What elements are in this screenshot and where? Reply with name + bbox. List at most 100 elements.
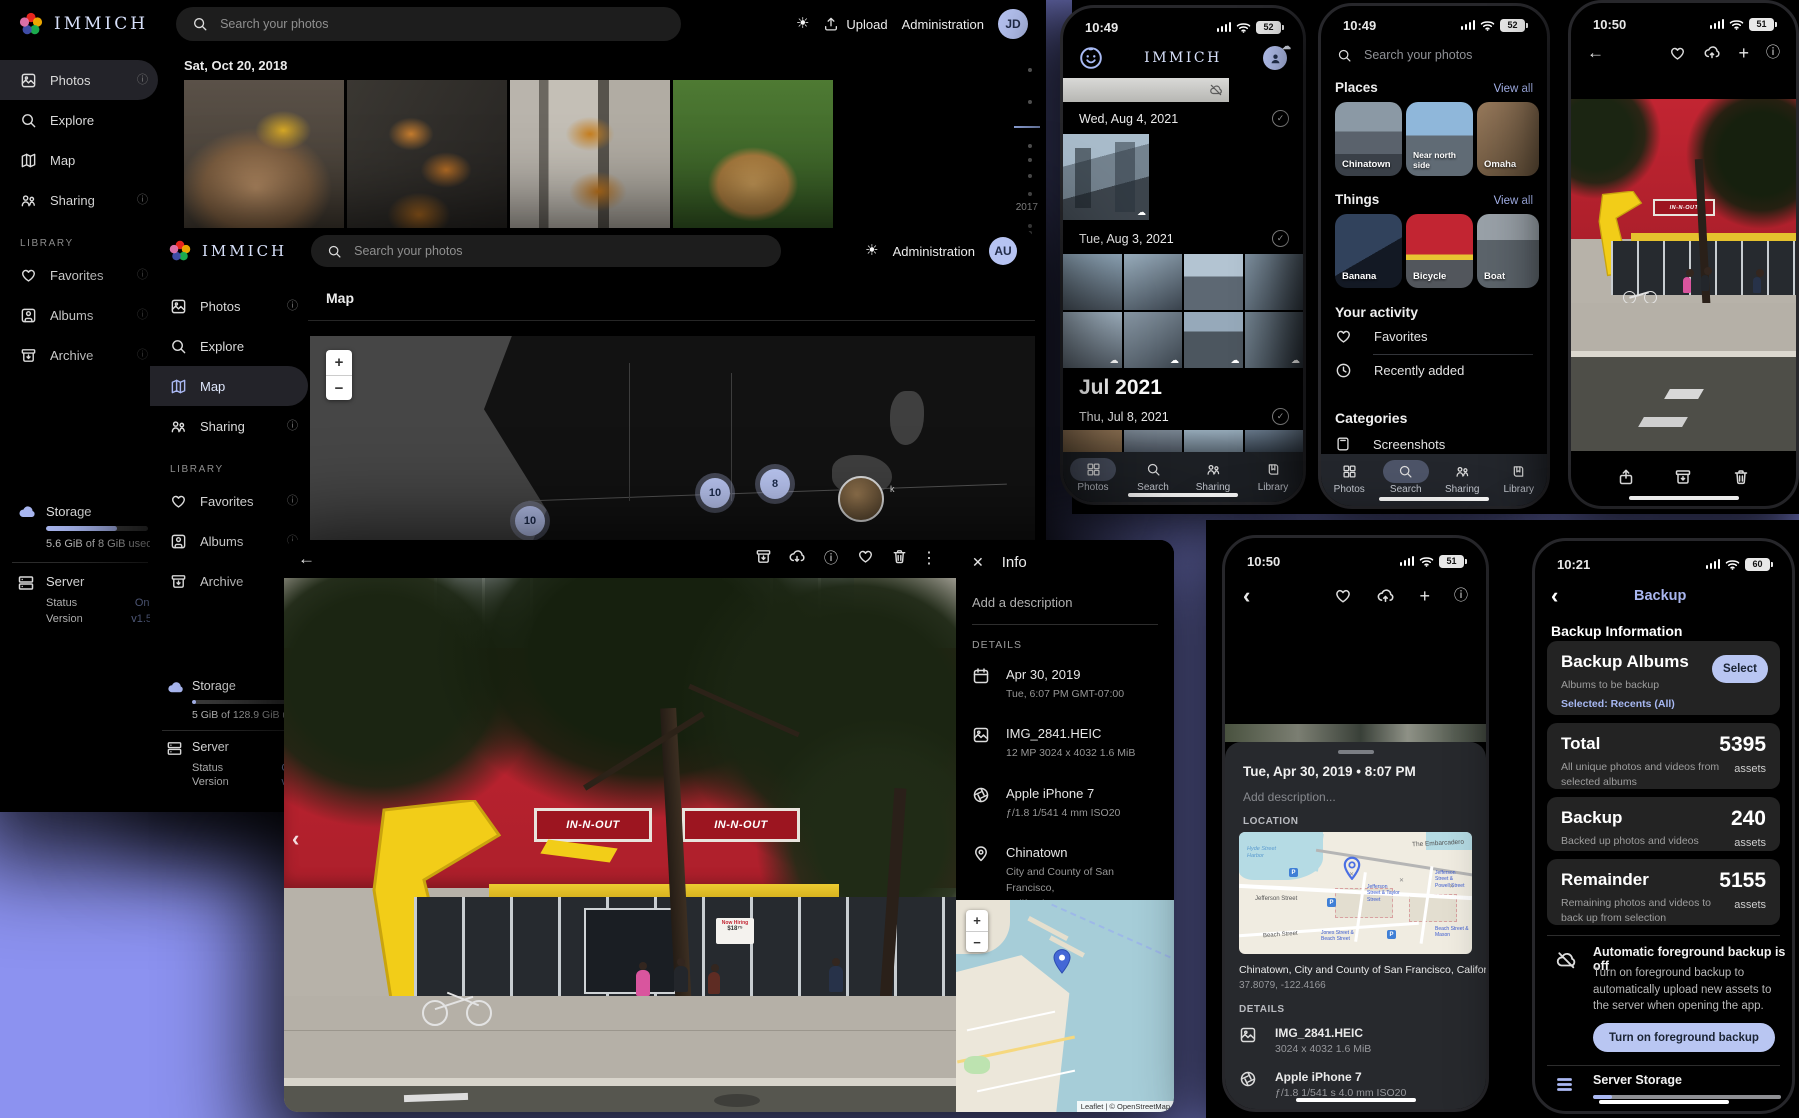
- photo-thumbnail[interactable]: [1245, 254, 1304, 310]
- sidebar-item-map[interactable]: Map: [150, 366, 308, 406]
- home-indicator[interactable]: [1599, 1100, 1729, 1104]
- zoom-in-button[interactable]: +: [966, 910, 988, 931]
- location-mini-map[interactable]: + − Leaflet | © OpenStreetMap: [956, 900, 1174, 1112]
- sidebar-item-sharing[interactable]: Sharing: [0, 180, 158, 220]
- photo-strip-partial[interactable]: [1063, 78, 1229, 102]
- scrubber-handle[interactable]: [1014, 126, 1040, 128]
- add-icon[interactable]: [1738, 44, 1749, 63]
- sidebar-item-photos[interactable]: Photos: [150, 286, 308, 326]
- zoom-out-button[interactable]: −: [326, 375, 352, 400]
- heart-icon[interactable]: [1334, 587, 1352, 605]
- place-card[interactable]: Chinatown: [1335, 102, 1402, 176]
- nav-tab-photos[interactable]: Photos: [1321, 460, 1378, 506]
- cloud-upload-icon[interactable]: [1703, 44, 1721, 62]
- place-card[interactable]: Near north side: [1406, 102, 1473, 176]
- info-icon[interactable]: [1766, 45, 1780, 61]
- back-icon[interactable]: [298, 550, 315, 568]
- info-button[interactable]: [814, 550, 848, 568]
- photo-viewer-image[interactable]: IN-N-OUT IN-N-OUT Now Hiring $18⁷⁵: [284, 578, 956, 1112]
- description-input[interactable]: Add a description: [972, 595, 1158, 610]
- back-icon[interactable]: [1243, 585, 1250, 607]
- map-photo-marker[interactable]: [838, 476, 884, 522]
- home-indicator[interactable]: [1629, 496, 1739, 500]
- heart-icon[interactable]: [1669, 45, 1686, 62]
- back-icon[interactable]: [1551, 585, 1558, 607]
- photo-thumbnail[interactable]: [1124, 254, 1183, 310]
- previous-photo-icon[interactable]: [292, 822, 299, 852]
- user-avatar[interactable]: JD: [998, 9, 1028, 39]
- add-icon[interactable]: [1419, 587, 1430, 606]
- sidebar-item-albums[interactable]: Albums: [0, 295, 158, 335]
- photo-thumbnail[interactable]: [1245, 312, 1304, 368]
- photo-thumbnail[interactable]: [1184, 254, 1243, 310]
- activity-item-favorites[interactable]: Favorites: [1335, 328, 1533, 345]
- map-attribution[interactable]: Leaflet | © OpenStreetMap: [1077, 1101, 1174, 1112]
- archive-icon[interactable]: [1674, 468, 1692, 486]
- download-button[interactable]: [780, 548, 814, 571]
- sidebar-item-sharing[interactable]: Sharing: [150, 406, 308, 446]
- sidebar-item-favorites[interactable]: Favorites: [150, 481, 308, 521]
- thing-card[interactable]: Boat: [1477, 214, 1539, 288]
- description-input[interactable]: Add description...: [1243, 790, 1336, 804]
- category-item-screenshots[interactable]: Screenshots: [1335, 436, 1533, 452]
- photo-thumbnail[interactable]: [1063, 312, 1122, 368]
- favorite-button[interactable]: [848, 548, 882, 570]
- photo-thumbnail[interactable]: [1124, 312, 1183, 368]
- select-group-checkbox[interactable]: [1272, 408, 1289, 425]
- map-cluster-marker[interactable]: 10: [700, 478, 730, 508]
- select-group-checkbox[interactable]: [1272, 230, 1289, 247]
- archive-button[interactable]: [746, 548, 780, 570]
- location-map[interactable]: Hyde Street Harbor Jefferson Street The …: [1239, 832, 1472, 954]
- sidebar-item-photos[interactable]: Photos: [0, 60, 158, 100]
- theme-toggle-icon[interactable]: [796, 16, 809, 32]
- search-input[interactable]: Search your photos: [311, 235, 781, 267]
- photo-thumbnail[interactable]: [1184, 312, 1243, 368]
- zoom-out-button[interactable]: −: [966, 931, 988, 952]
- trash-icon[interactable]: [1732, 468, 1750, 486]
- photo-sliver[interactable]: [1225, 724, 1486, 742]
- sheet-drag-handle[interactable]: [1338, 750, 1374, 754]
- theme-toggle-icon[interactable]: [865, 243, 878, 259]
- nav-tab-library[interactable]: Library: [1491, 460, 1548, 506]
- photo-thumbnail[interactable]: [1063, 254, 1122, 310]
- sidebar-item-archive[interactable]: Archive: [0, 335, 158, 375]
- activity-item-recently-added[interactable]: Recently added: [1335, 362, 1533, 379]
- administration-link[interactable]: Administration: [902, 17, 984, 32]
- administration-link[interactable]: Administration: [893, 244, 975, 259]
- map-cluster-marker[interactable]: 10: [515, 506, 545, 536]
- close-icon[interactable]: [972, 555, 984, 571]
- places-view-all-link[interactable]: View all: [1494, 83, 1533, 95]
- immich-logo[interactable]: IMMICH: [168, 239, 287, 263]
- select-albums-button[interactable]: Select: [1712, 655, 1768, 683]
- home-indicator[interactable]: [1379, 497, 1489, 501]
- map-cluster-marker[interactable]: 8: [760, 469, 790, 499]
- immich-logo[interactable]: IMMICH: [18, 11, 148, 37]
- turn-on-foreground-backup-button[interactable]: Turn on foreground backup: [1593, 1023, 1775, 1052]
- sidebar-item-explore[interactable]: Explore: [150, 326, 308, 366]
- home-indicator[interactable]: [1128, 493, 1238, 497]
- zoom-in-button[interactable]: +: [326, 350, 352, 375]
- user-avatar[interactable]: AU: [989, 237, 1017, 265]
- more-button[interactable]: [916, 550, 942, 568]
- share-icon[interactable]: [1617, 468, 1635, 486]
- delete-button[interactable]: [882, 548, 916, 570]
- back-icon[interactable]: [1587, 44, 1604, 62]
- immich-face-icon[interactable]: [1079, 46, 1103, 70]
- place-card[interactable]: Omaha: [1477, 102, 1539, 176]
- search-input[interactable]: Search your photos: [1321, 40, 1547, 70]
- thing-card[interactable]: Banana: [1335, 214, 1402, 288]
- photo-thumbnail[interactable]: [1063, 134, 1149, 220]
- thing-card[interactable]: Bicycle: [1406, 214, 1473, 288]
- upload-button[interactable]: Upload: [823, 16, 887, 32]
- sidebar-item-map[interactable]: Map: [0, 140, 158, 180]
- user-avatar[interactable]: ☁: [1263, 46, 1287, 70]
- info-icon[interactable]: [1454, 588, 1468, 604]
- home-indicator[interactable]: [1296, 1098, 1416, 1102]
- photo-viewer-image[interactable]: IN-N-OUT: [1571, 99, 1796, 451]
- select-group-checkbox[interactable]: [1272, 110, 1289, 127]
- things-view-all-link[interactable]: View all: [1494, 195, 1533, 207]
- nav-tab-library[interactable]: Library: [1243, 458, 1303, 502]
- nav-tab-photos[interactable]: Photos: [1063, 458, 1123, 502]
- search-input[interactable]: Search your photos: [176, 7, 681, 41]
- cloud-upload-icon[interactable]: [1376, 587, 1395, 606]
